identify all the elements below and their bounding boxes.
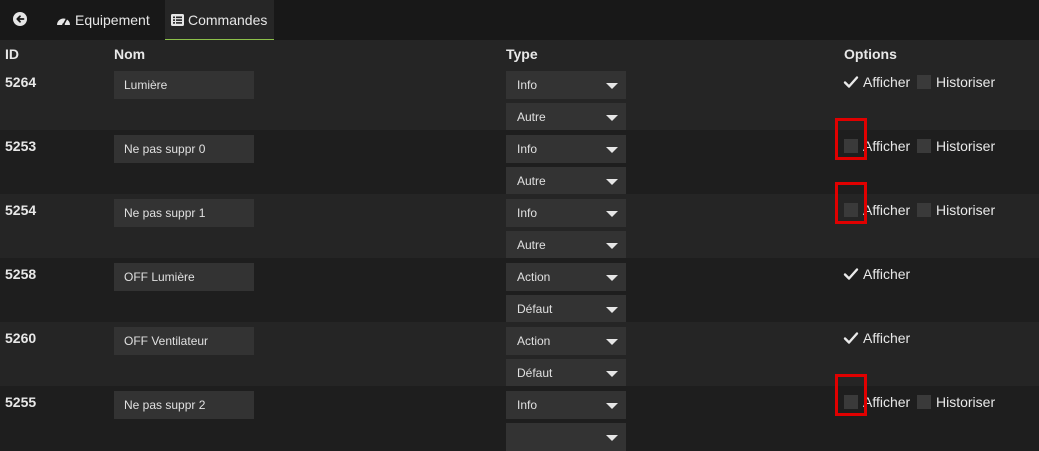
historiser-option[interactable]: Historiser (917, 394, 995, 410)
table-row: 5260 OFF Ventilateur Action Défaut Afficher (0, 322, 1039, 387)
subtype-select[interactable] (506, 423, 626, 451)
header-options: Options (844, 46, 897, 62)
command-name-input[interactable]: Ne pas suppr 0 (114, 135, 254, 163)
caret-down-icon (606, 403, 618, 409)
caret-down-icon (606, 371, 618, 377)
command-name-input[interactable]: OFF Lumière (114, 263, 254, 291)
subtype-select[interactable]: Défaut (506, 359, 626, 387)
table-row: 5254 Ne pas suppr 1 Info Autre Afficher Histo… (0, 182, 1039, 259)
command-name-input[interactable]: Ne pas suppr 2 (114, 391, 254, 419)
back-button[interactable] (0, 0, 40, 40)
subtype-select[interactable]: Défaut (506, 295, 626, 323)
row-id: 5264 (5, 74, 37, 90)
subtype-select-value: Autre (517, 110, 546, 124)
table-row: 5255 Ne pas suppr 2 Info Afficher Historiser (0, 374, 1039, 451)
afficher-label: Afficher (863, 330, 911, 346)
subtype-select-value: Autre (517, 174, 546, 188)
type-select-value: Info (517, 206, 538, 220)
afficher-checkbox[interactable] (843, 267, 859, 281)
subtype-select-value: Défaut (517, 302, 553, 316)
type-select[interactable]: Info (506, 199, 626, 227)
type-select[interactable]: Info (506, 71, 626, 99)
row-id: 5255 (5, 394, 37, 410)
header-type: Type (506, 46, 538, 62)
historiser-checkbox[interactable] (917, 395, 931, 409)
tachometer-icon (56, 14, 71, 27)
tab-equipement[interactable]: Equipement (46, 0, 158, 40)
afficher-option[interactable]: Afficher (843, 266, 911, 282)
historiser-label: Historiser (936, 202, 996, 218)
row-id: 5258 (5, 266, 37, 282)
afficher-checkbox[interactable] (843, 75, 859, 89)
subtype-select[interactable]: Autre (506, 231, 626, 259)
type-select-value: Info (517, 78, 538, 92)
type-select-value: Info (517, 142, 538, 156)
afficher-option[interactable]: Afficher (843, 74, 911, 90)
afficher-label: Afficher (863, 138, 911, 154)
arrow-left-circle-icon (13, 11, 27, 29)
type-select[interactable]: Action (506, 263, 626, 291)
table-header: ID Nom Type Options (0, 40, 1039, 66)
subtype-select[interactable]: Autre (506, 103, 626, 131)
historiser-checkbox[interactable] (917, 139, 931, 153)
tab-bar: Equipement Commandes (0, 0, 1039, 40)
command-name-input[interactable]: OFF Ventilateur (114, 327, 254, 355)
caret-down-icon (606, 339, 618, 345)
table-row: 5258 OFF Lumière Action Défaut Afficher (0, 258, 1039, 323)
type-select-value: Action (517, 270, 551, 284)
command-name-input[interactable]: Ne pas suppr 1 (114, 199, 254, 227)
historiser-label: Historiser (936, 138, 996, 154)
type-select[interactable]: Info (506, 135, 626, 163)
caret-down-icon (606, 211, 618, 217)
caret-down-icon (606, 115, 618, 121)
type-select-value: Info (517, 398, 538, 412)
afficher-label: Afficher (863, 74, 911, 90)
type-select[interactable]: Info (506, 391, 626, 419)
caret-down-icon (606, 147, 618, 153)
historiser-checkbox[interactable] (917, 203, 931, 217)
table-row: 5253 Ne pas suppr 0 Info Autre Afficher Histo… (0, 118, 1039, 195)
afficher-label: Afficher (863, 202, 911, 218)
header-nom: Nom (114, 46, 146, 62)
historiser-checkbox[interactable] (917, 75, 931, 89)
caret-down-icon (606, 275, 618, 281)
caret-down-icon (606, 83, 618, 89)
subtype-select-value: Défaut (517, 366, 553, 380)
list-alt-icon (171, 13, 184, 26)
caret-down-icon (606, 307, 618, 313)
historiser-label: Historiser (936, 394, 996, 410)
caret-down-icon (606, 179, 618, 185)
afficher-label: Afficher (863, 266, 911, 282)
row-id: 5254 (5, 202, 37, 218)
historiser-option[interactable]: Historiser (917, 138, 995, 154)
type-select-value: Action (517, 334, 551, 348)
historiser-label: Historiser (936, 74, 996, 90)
header-id: ID (5, 46, 19, 62)
row-id: 5253 (5, 138, 37, 154)
afficher-checkbox[interactable] (843, 331, 859, 345)
tab-commandes-label: Commandes (188, 11, 268, 28)
caret-down-icon (606, 435, 618, 441)
historiser-option[interactable]: Historiser (917, 202, 995, 218)
afficher-label: Afficher (863, 394, 911, 410)
caret-down-icon (606, 243, 618, 249)
subtype-select[interactable]: Autre (506, 167, 626, 195)
tab-commandes[interactable]: Commandes (165, 0, 274, 40)
row-id: 5260 (5, 330, 37, 346)
afficher-option[interactable]: Afficher (843, 330, 911, 346)
highlight-box (835, 182, 867, 224)
highlight-box (835, 374, 867, 416)
subtype-select-value: Autre (517, 238, 546, 252)
highlight-box (835, 118, 867, 160)
table-row: 5264 Lumière Info Autre Afficher Historiser (0, 66, 1039, 131)
tab-equipement-label: Equipement (75, 12, 150, 28)
historiser-option[interactable]: Historiser (917, 74, 995, 90)
type-select[interactable]: Action (506, 327, 626, 355)
command-name-input[interactable]: Lumière (114, 71, 254, 99)
